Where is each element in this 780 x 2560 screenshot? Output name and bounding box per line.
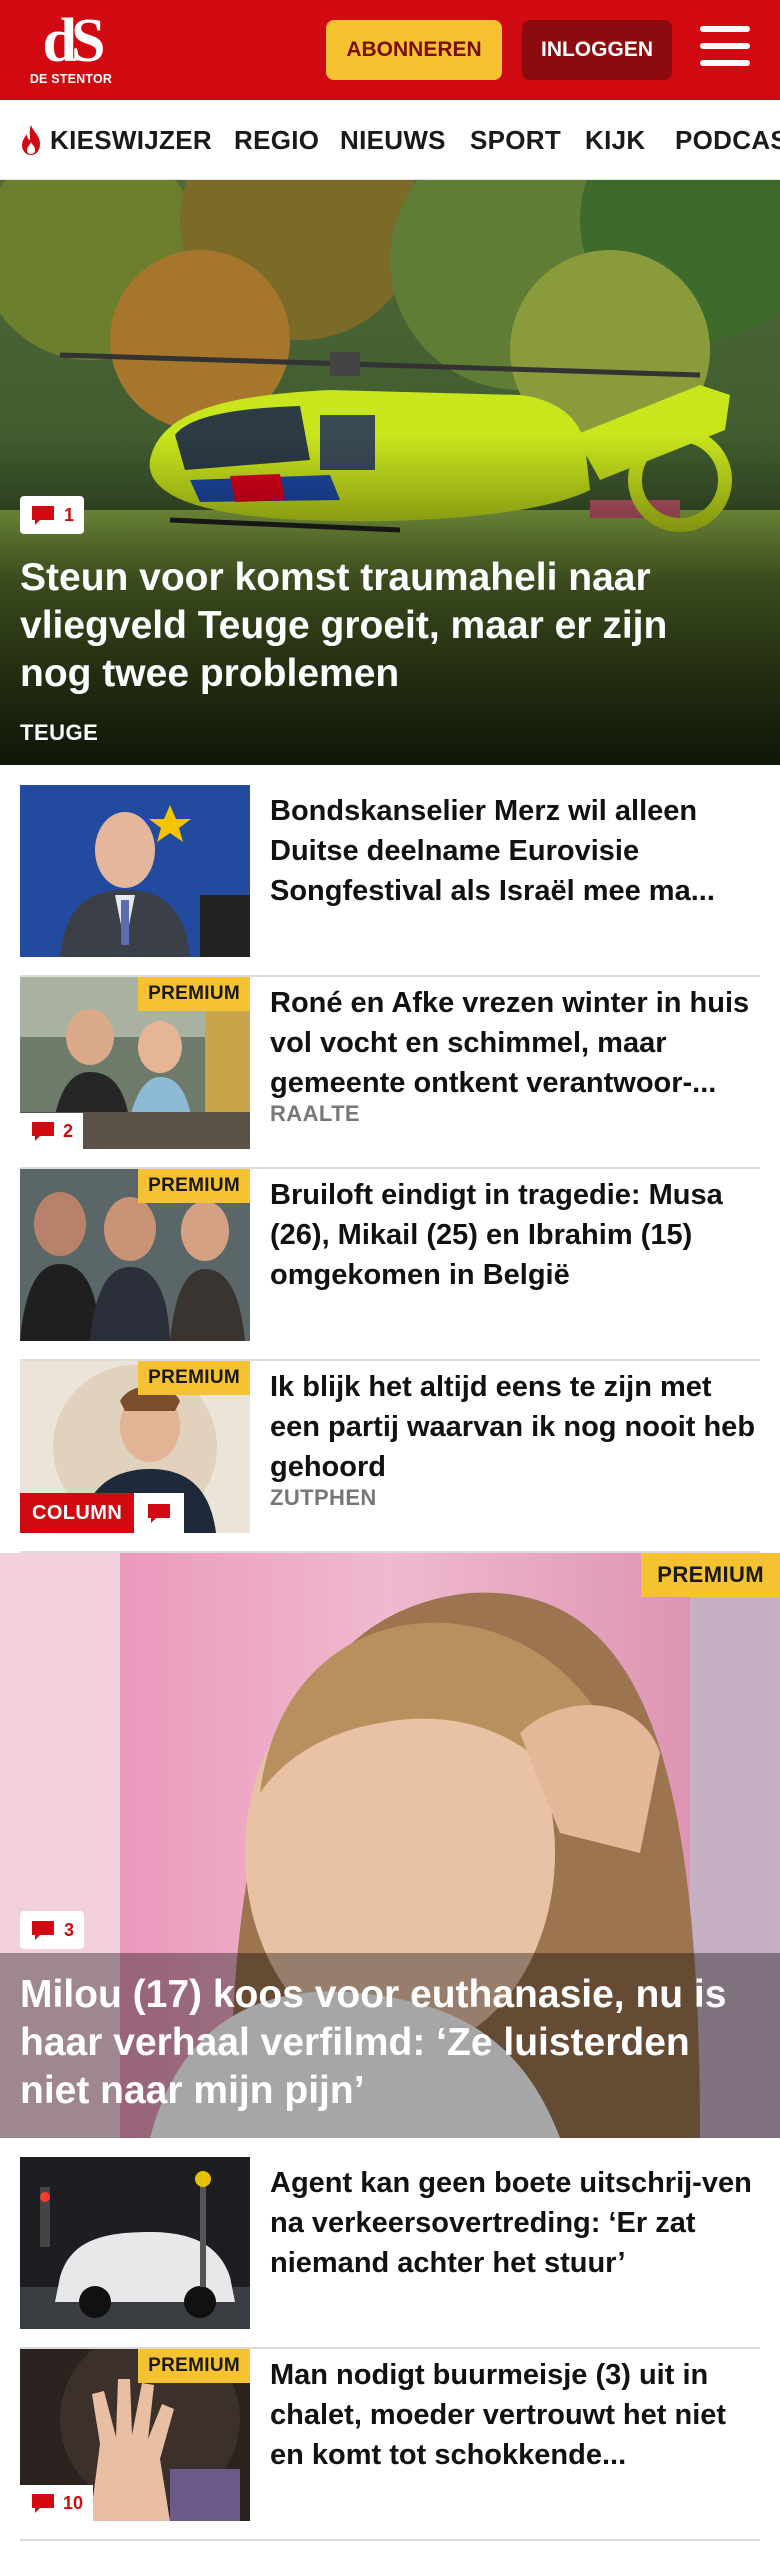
- nav-item-sport[interactable]: SPORT: [470, 100, 561, 179]
- nav-label: KIESWIJZER: [50, 124, 212, 155]
- list-item[interactable]: PREMIUM 10 Man nodigt buurmeisje (3) uit…: [20, 2349, 760, 2541]
- hero-location-tag: TEUGE: [20, 720, 99, 745]
- comment-count: 1: [64, 504, 75, 525]
- hero-article[interactable]: 1 Steun voor komst traumaheli naar vlieg…: [0, 180, 780, 765]
- article-title[interactable]: Man nodigt buurmeisje (3) uit in chalet,…: [270, 2355, 760, 2475]
- premium-badge: PREMIUM: [641, 1553, 780, 1597]
- comment-icon: [148, 1504, 171, 1523]
- article-thumbnail: PREMIUM: [20, 1169, 250, 1341]
- feature-title[interactable]: Milou (17) koos voor euthanasie, nu is h…: [20, 1971, 740, 2115]
- comment-badge[interactable]: 10: [20, 2485, 94, 2521]
- list-item[interactable]: PREMIUM COLUMN Ik blijk het altijd eens …: [20, 1361, 760, 1553]
- column-label: COLUMN: [20, 1493, 135, 1533]
- comment-icon: [32, 1122, 54, 1141]
- article-thumbnail: PREMIUM 10: [20, 2349, 250, 2521]
- premium-badge: PREMIUM: [138, 977, 250, 1011]
- comment-badge[interactable]: 2: [20, 1113, 84, 1149]
- top-bar: dS DE STENTOR ABONNEREN INLOGGEN: [0, 0, 780, 100]
- article-title[interactable]: Ik blijk het altijd eens te zijn met een…: [270, 1367, 760, 1487]
- main-nav: KIESWIJZER REGIO NIEUWS SPORT KIJK PODCA…: [0, 100, 780, 180]
- menu-icon[interactable]: [700, 26, 752, 72]
- nav-item-podcast[interactable]: PODCAST: [675, 100, 780, 179]
- article-thumbnail: PREMIUM COLUMN: [20, 1361, 250, 1533]
- article-location-tag: RAALTE: [270, 1101, 360, 1126]
- premium-badge: PREMIUM: [138, 1361, 250, 1395]
- article-location-tag: ZUTPHEN: [270, 1485, 377, 1510]
- comment-badge[interactable]: 1: [20, 496, 85, 534]
- feature-article[interactable]: PREMIUM 3 Milou (17) koos voor euthanasi…: [0, 1553, 780, 2138]
- comment-count: 10: [63, 2492, 84, 2513]
- comment-icon: [32, 2494, 54, 2513]
- comment-icon: [32, 1921, 54, 1940]
- comment-badge[interactable]: 3: [20, 1911, 85, 1949]
- site-logo[interactable]: dS DE STENTOR: [28, 7, 114, 90]
- premium-badge: PREMIUM: [138, 2349, 250, 2383]
- login-button[interactable]: INLOGGEN: [522, 20, 672, 80]
- nav-item-regio[interactable]: REGIO: [234, 100, 319, 179]
- article-thumbnail: PREMIUM 2: [20, 977, 250, 1149]
- nav-item-kieswijzer[interactable]: KIESWIJZER: [18, 100, 212, 179]
- logo-mark: dS: [42, 7, 106, 75]
- list-item[interactable]: PREMIUM 2 Roné en Afke vrezen winter in …: [20, 977, 760, 1169]
- article-title[interactable]: Roné en Afke vrezen winter in huis vol v…: [270, 983, 760, 1103]
- list-item[interactable]: PREMIUM Bruiloft eindigt in tragedie: Mu…: [20, 1169, 760, 1361]
- nav-item-kijk[interactable]: KIJK: [585, 100, 645, 179]
- column-badge[interactable]: COLUMN: [20, 1493, 185, 1533]
- article-thumbnail: [20, 2157, 250, 2329]
- nav-item-nieuws[interactable]: NIEUWS: [340, 100, 446, 179]
- premium-badge: PREMIUM: [138, 1169, 250, 1203]
- article-thumbnail: [20, 785, 250, 957]
- article-title[interactable]: Agent kan geen boete uitschrij-ven na ve…: [270, 2163, 760, 2283]
- article-title[interactable]: Bondskanselier Merz wil alleen Duitse de…: [270, 791, 760, 911]
- comment-count: 3: [64, 1919, 75, 1940]
- article-title[interactable]: Bruiloft eindigt in tragedie: Musa (26),…: [270, 1175, 760, 1295]
- comment-icon: [32, 506, 54, 525]
- comment-count: 2: [63, 1120, 74, 1141]
- list-item[interactable]: Bondskanselier Merz wil alleen Duitse de…: [20, 785, 760, 977]
- subscribe-button[interactable]: ABONNEREN: [326, 20, 502, 80]
- flame-icon: [22, 125, 40, 155]
- logo-name: DE STENTOR: [29, 72, 113, 86]
- hero-title[interactable]: Steun voor komst traumaheli naar vliegve…: [20, 554, 740, 698]
- list-item[interactable]: Agent kan geen boete uitschrij-ven na ve…: [20, 2157, 760, 2349]
